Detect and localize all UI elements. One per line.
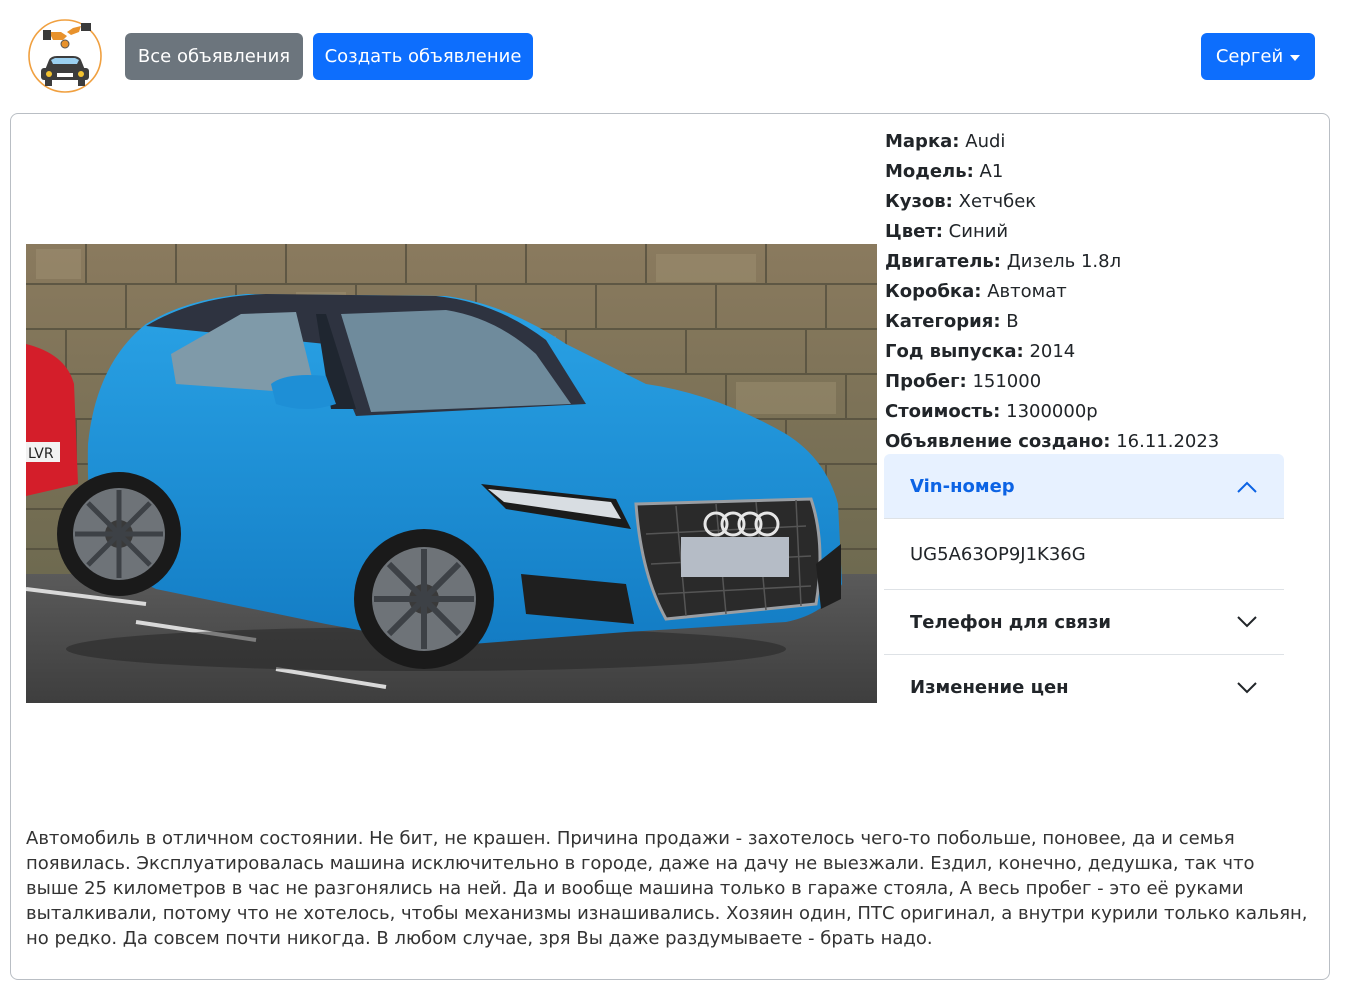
spec-label: Марка: bbox=[885, 131, 960, 152]
spec-label: Пробег: bbox=[885, 371, 967, 392]
info-accordion: Vin-номер UG5A63OP9J1K36G Телефон для св… bbox=[884, 454, 1284, 720]
vin-number: UG5A63OP9J1K36G bbox=[910, 543, 1086, 565]
listing-description: Автомобиль в отличном состоянии. Не бит,… bbox=[26, 828, 1308, 949]
spec-value: 2014 bbox=[1029, 341, 1076, 362]
listing-card: LVR Марка: Audi Модель: A1 Кузов: Хетчбе… bbox=[10, 113, 1330, 980]
spec-row-brand: Марка: Audi bbox=[885, 127, 1305, 157]
spec-row-mileage: Пробег: 151000 bbox=[885, 367, 1305, 397]
spec-value: Автомат bbox=[987, 281, 1067, 302]
spec-label: Объявление создано: bbox=[885, 431, 1111, 452]
spec-label: Двигатель: bbox=[885, 251, 1001, 272]
spec-row-created: Объявление создано: 16.11.2023 bbox=[885, 427, 1305, 457]
caret-down-icon bbox=[1290, 54, 1301, 61]
create-listing-button[interactable]: Создать объявление bbox=[313, 33, 533, 80]
spec-value: 1300000р bbox=[1006, 401, 1098, 422]
spec-label: Категория: bbox=[885, 311, 1001, 332]
spec-row-model: Модель: A1 bbox=[885, 157, 1305, 187]
chevron-down-icon bbox=[1237, 616, 1257, 628]
spec-value: 151000 bbox=[972, 371, 1042, 392]
spec-row-color: Цвет: Синий bbox=[885, 217, 1305, 247]
user-menu-dropdown[interactable]: Сергей bbox=[1201, 33, 1315, 80]
spec-label: Год выпуска: bbox=[885, 341, 1024, 362]
spec-label: Модель: bbox=[885, 161, 974, 182]
all-listings-button[interactable]: Все объявления bbox=[125, 33, 303, 80]
spec-label: Цвет: bbox=[885, 221, 943, 242]
spec-value: Хетчбек bbox=[958, 191, 1037, 212]
accordion-phone-header[interactable]: Телефон для связи bbox=[884, 590, 1284, 655]
spec-value: 16.11.2023 bbox=[1116, 431, 1220, 452]
accordion-price-history-header[interactable]: Изменение цен bbox=[884, 655, 1284, 720]
chevron-down-icon bbox=[1237, 681, 1257, 693]
spec-row-engine: Двигатель: Дизель 1.8л bbox=[885, 247, 1305, 277]
spec-value: Audi bbox=[965, 131, 1006, 152]
accordion-title: Изменение цен bbox=[910, 677, 1069, 698]
spec-row-category: Категория: B bbox=[885, 307, 1305, 337]
spec-label: Кузов: bbox=[885, 191, 953, 212]
plate-text: LVR bbox=[28, 446, 54, 462]
accordion-vin-body: UG5A63OP9J1K36G bbox=[884, 519, 1284, 590]
accordion-vin-header[interactable]: Vin-номер bbox=[884, 454, 1284, 519]
accordion-title: Vin-номер bbox=[910, 476, 1015, 497]
blue-hatchback-car-photo: LVR bbox=[26, 244, 877, 703]
spec-row-body: Кузов: Хетчбек bbox=[885, 187, 1305, 217]
spec-value: B bbox=[1006, 311, 1019, 332]
spec-row-price: Стоимость: 1300000р bbox=[885, 397, 1305, 427]
user-name-label: Сергей bbox=[1215, 46, 1284, 67]
specs-list: Марка: Audi Модель: A1 Кузов: Хетчбек Цв… bbox=[885, 127, 1305, 457]
chevron-up-icon bbox=[1237, 481, 1257, 493]
navbar: Все объявления Создать объявление Сергей bbox=[0, 0, 1345, 110]
spec-row-year: Год выпуска: 2014 bbox=[885, 337, 1305, 367]
car-sale-hands-logo[interactable] bbox=[27, 18, 103, 94]
spec-row-transmission: Коробка: Автомат bbox=[885, 277, 1305, 307]
spec-value: A1 bbox=[979, 161, 1004, 182]
spec-value: Синий bbox=[948, 221, 1009, 242]
spec-label: Стоимость: bbox=[885, 401, 1001, 422]
accordion-title: Телефон для связи bbox=[910, 611, 1112, 633]
spec-label: Коробка: bbox=[885, 281, 982, 302]
spec-value: Дизель 1.8л bbox=[1006, 251, 1122, 272]
